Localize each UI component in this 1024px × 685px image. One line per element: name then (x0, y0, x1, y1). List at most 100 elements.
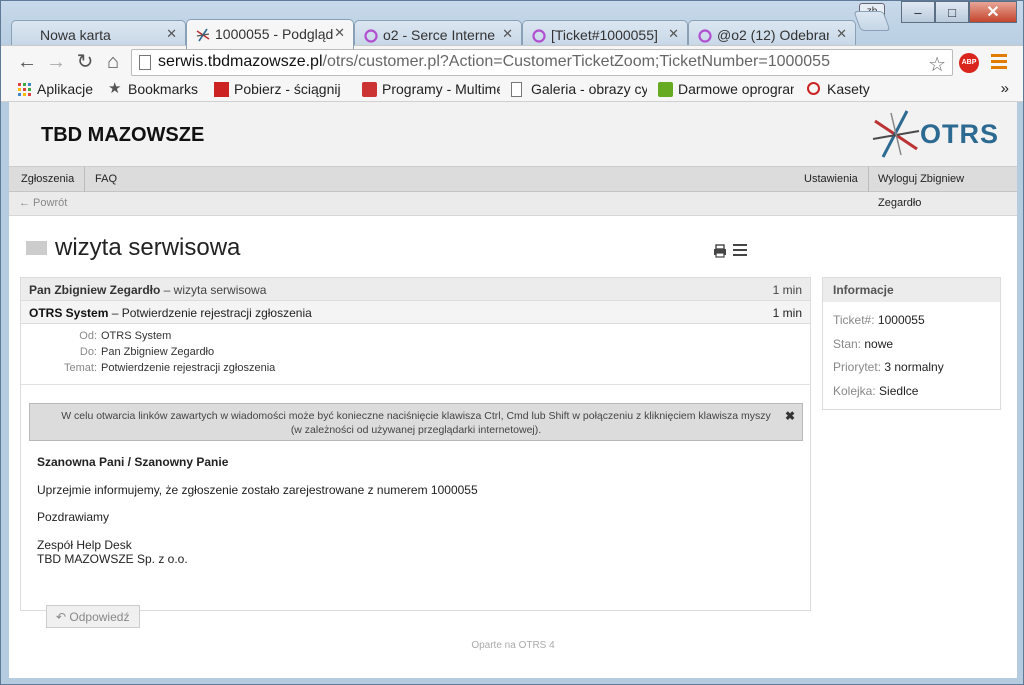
close-icon[interactable]: ✖ (785, 409, 795, 423)
back-link[interactable]: ← Powrót (19, 197, 67, 209)
tab-nowa-karta[interactable]: Nowa karta ✕ (11, 20, 186, 48)
meta-subject: Potwierdzenie rejestracji zgłoszenia (101, 362, 276, 374)
info-value: 3 normalny (884, 360, 944, 374)
meta-subject-label: Temat: (63, 362, 97, 374)
tab-title: 1000055 - Podgląd (215, 26, 333, 42)
info-label: Ticket#: (833, 313, 875, 327)
tab-title: @o2 (12) Odebrane (717, 27, 829, 43)
info-panel: Informacje Ticket#: 1000055 Stan: nowe P… (822, 277, 1001, 410)
bookmark-darmowe[interactable]: Darmowe oprogramowanie (658, 81, 794, 97)
meta-to-label: Do: (79, 346, 97, 358)
meta-from-label: Od: (79, 330, 97, 342)
o2-favicon-icon (364, 29, 378, 43)
bookmark-bookmarks[interactable]: ★ Bookmarks (108, 81, 206, 97)
bookmark-label: Kasety (827, 81, 870, 97)
info-ticket-number: Ticket#: 1000055 (823, 309, 1000, 333)
forward-arrow-icon[interactable]: → (44, 51, 68, 73)
message-text: Szanowna Pani / Szanowny Panie Uprzejmie… (37, 455, 478, 566)
article-row[interactable]: Pan Zbigniew Zegardło – wizyta serwisowa… (20, 277, 811, 300)
article-age: 1 min (772, 306, 802, 320)
green-figure-icon (658, 82, 673, 97)
tab-close-icon[interactable]: ✕ (836, 26, 847, 42)
reload-icon[interactable]: ↻ (73, 51, 97, 73)
tab-close-icon[interactable]: ✕ (334, 25, 345, 41)
ticket-status-swatch (26, 241, 47, 255)
info-label: Stan: (833, 336, 862, 351)
o2-favicon-icon (698, 29, 712, 43)
message-greeting: Szanowna Pani / Szanowny Panie (37, 455, 229, 469)
close-window-button[interactable]: ✕ (969, 1, 1017, 23)
article-row-open[interactable]: OTRS System – Potwierdzenie rejestracji … (20, 300, 811, 323)
url-host: serwis.tbdmazowsze.pl (158, 53, 323, 70)
info-state: Stan: nowe (823, 333, 1000, 357)
chevron-badge-icon (362, 82, 377, 97)
main-nav: Zgłoszenia FAQ Ustawienia Wyloguj Zbigni… (9, 166, 1017, 209)
bookmark-star-icon[interactable]: ☆ (928, 52, 946, 75)
article-from: OTRS System (29, 306, 109, 320)
nav-zgloszenia[interactable]: Zgłoszenia (11, 167, 86, 192)
bookmark-label: Galeria - obrazy cyfrowe (531, 81, 647, 97)
site-header: TBD MAZOWSZE OTRS (9, 102, 1017, 166)
address-bar[interactable]: serwis.tbdmazowsze.pl/otrs/customer.pl?A… (131, 49, 953, 76)
link-notice: W celu otwarcia linków zawartych w wiado… (29, 403, 803, 441)
menu-icon[interactable] (991, 54, 1007, 70)
nav-logout[interactable]: Wyloguj Zbigniew Zegardło (868, 167, 1017, 209)
otrs-logo-icon[interactable] (871, 109, 921, 159)
tab-ticket-zoom[interactable]: 1000055 - Podgląd ✕ (186, 19, 354, 49)
bookmark-pobierz[interactable]: Pobierz - ściągnij (214, 81, 350, 97)
info-value: nowe (864, 336, 894, 351)
bookmark-galeria[interactable]: Galeria - obrazy cyfrowe (511, 81, 647, 97)
tab-o2-odebrane[interactable]: @o2 (12) Odebrane ✕ (688, 20, 856, 48)
bookmark-label: Pobierz - ściągnij (234, 81, 341, 97)
bookmark-programy[interactable]: Programy - Multimedia (362, 81, 500, 97)
apps-grid-icon (18, 83, 31, 96)
info-priority: Priorytet: 3 normalny (823, 356, 1000, 380)
article-from: Pan Zbigniew Zegardło (29, 283, 161, 297)
bookmarks-overflow-icon[interactable]: » (1001, 80, 1009, 97)
adblock-icon[interactable]: ABP (959, 53, 979, 73)
bookmark-label: Programy - Multimedia (382, 81, 500, 97)
tab-close-icon[interactable]: ✕ (502, 26, 513, 42)
minimize-button[interactable]: – (901, 1, 935, 23)
tab-ticket-mail[interactable]: [Ticket#1000055] ✕ (522, 20, 688, 48)
page-icon (511, 82, 522, 97)
page-icon (139, 55, 151, 70)
reply-arrow-icon: ↶ (56, 610, 67, 624)
tab-close-icon[interactable]: ✕ (166, 26, 177, 42)
page-footer: Oparte na OTRS 4 (471, 640, 555, 651)
tab-title: Nowa karta (40, 27, 111, 43)
tab-close-icon[interactable]: ✕ (668, 26, 679, 42)
message-signature: TBD MAZOWSZE Sp. z o.o. (37, 551, 188, 566)
bookmark-kasety[interactable]: Kasety (807, 81, 877, 97)
star-icon: ★ (108, 81, 122, 97)
new-tab-button[interactable] (853, 11, 891, 31)
print-icon[interactable] (713, 244, 727, 258)
url-path: /otrs/customer.pl?Action=CustomerTicketZ… (322, 53, 830, 70)
article-subject: – Potwierdzenie rejestracji zgłoszenia (108, 306, 312, 320)
ticket-title: wizyta serwisowa (55, 234, 241, 261)
tab-o2-serce[interactable]: o2 - Serce Internetu ✕ (354, 20, 522, 48)
browser-window: zb – □ ✕ Nowa karta ✕ 1000055 - Podgląd … (0, 0, 1024, 685)
back-bar: ← Powrót (9, 192, 1017, 216)
nav-ustawienia[interactable]: Ustawienia (794, 167, 869, 192)
site-brand[interactable]: TBD MAZOWSZE (41, 124, 204, 147)
otrs-logo-text[interactable]: OTRS (920, 119, 999, 150)
web-page: TBD MAZOWSZE OTRS Zgłoszenia FAQ Ustawie… (9, 102, 1017, 678)
nav-faq[interactable]: FAQ (85, 167, 127, 192)
reply-label: Odpowiedź (69, 610, 130, 624)
home-icon[interactable]: ⌂ (101, 51, 125, 73)
expand-all-icon[interactable] (733, 244, 747, 258)
back-arrow-icon[interactable]: ← (15, 51, 39, 73)
article-meta: Od: OTRS System Do: Pan Zbigniew Zegardło … (20, 323, 811, 385)
article-list: Pan Zbigniew Zegardło – wizyta serwisowa… (20, 277, 811, 611)
article-age: 1 min (772, 283, 802, 297)
bookmarks-bar: Aplikacje ★ Bookmarks Pobierz - ściągnij… (1, 78, 1023, 102)
bookmark-label: Aplikacje (37, 81, 94, 97)
kasety-icon (807, 82, 820, 95)
maximize-button[interactable]: □ (935, 1, 969, 23)
article-body: W celu otwarcia linków zawartych w wiado… (20, 385, 811, 611)
info-label: Kolejka: (833, 383, 876, 398)
reply-button[interactable]: ↶ Odpowiedź (46, 605, 140, 628)
message-line: Uprzejmie informujemy, że zgłoszenie zos… (37, 482, 478, 497)
bookmark-aplikacje[interactable]: Aplikacje (17, 81, 105, 97)
